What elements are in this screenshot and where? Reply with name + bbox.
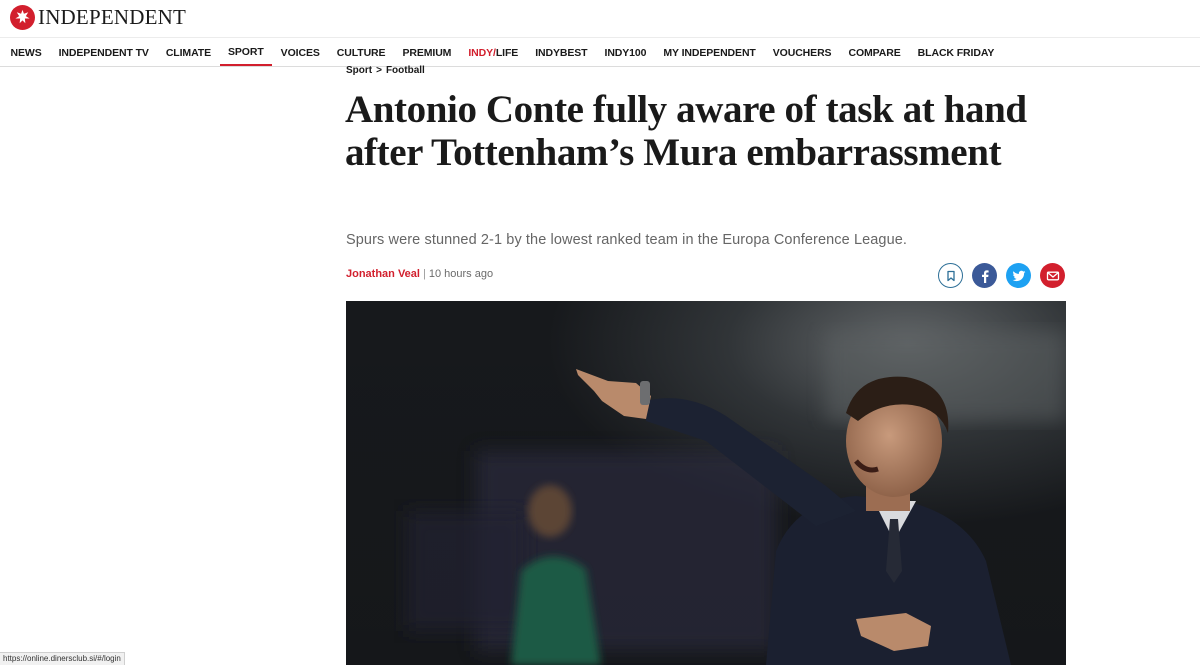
nav-item-indy100[interactable]: INDY100 [596, 39, 655, 66]
publish-time: 10 hours ago [428, 268, 494, 280]
status-bar-url: https://online.dinersclub.si/#/login [0, 652, 125, 665]
share-buttons [938, 263, 1065, 288]
bookmark-button[interactable] [938, 263, 963, 288]
nav-indy-prefix: INDY/ [468, 46, 496, 59]
article-headline: Antonio Conte fully aware of task at han… [345, 88, 1027, 174]
email-share-button[interactable] [1040, 263, 1065, 288]
nav-life-suffix: LIFE [495, 46, 519, 59]
article-photo[interactable] [346, 301, 1066, 665]
nav-item-premium[interactable]: PREMIUM [394, 39, 460, 66]
nav-item-my-independent[interactable]: MY INDEPENDENT [655, 39, 764, 66]
photo-manager-pointing [346, 301, 1066, 665]
breadcrumb-sport[interactable]: Sport [346, 65, 372, 76]
twitter-share-button[interactable] [1006, 263, 1031, 288]
masthead: INDEPENDENT [0, 0, 1200, 38]
logo[interactable]: INDEPENDENT [10, 5, 186, 30]
facebook-share-button[interactable] [972, 263, 997, 288]
byline: Jonathan Veal | 10 hours ago [346, 268, 493, 280]
nav-item-sport[interactable]: SPORT [219, 39, 273, 66]
facebook-icon [981, 269, 989, 283]
author-link[interactable]: Jonathan Veal [346, 268, 420, 280]
nav-item-compare[interactable]: COMPARE [840, 39, 909, 66]
article-standfirst: Spurs were stunned 2-1 by the lowest ran… [346, 232, 908, 248]
breadcrumb-separator: > [376, 65, 382, 76]
nav-item-indybest[interactable]: INDYBEST [527, 39, 596, 66]
nav-item-culture[interactable]: CULTURE [328, 39, 394, 66]
nav-item-independent-tv[interactable]: INDEPENDENT TV [50, 39, 157, 66]
bookmark-icon [946, 270, 955, 281]
breadcrumb: Sport > Football [346, 65, 425, 76]
nav-item-indy-life[interactable]: INDY/LIFE [460, 39, 527, 66]
email-icon [1046, 271, 1059, 280]
main-nav: NEWS INDEPENDENT TV CLIMATE SPORT VOICES… [0, 39, 1200, 67]
twitter-icon [1012, 270, 1025, 281]
logo-wordmark: INDEPENDENT [38, 5, 187, 29]
nav-item-news[interactable]: NEWS [2, 39, 50, 66]
breadcrumb-football[interactable]: Football [386, 65, 425, 76]
eagle-logo-icon [10, 5, 35, 30]
byline-separator: | [422, 268, 426, 280]
nav-item-vouchers[interactable]: VOUCHERS [764, 39, 840, 66]
nav-item-voices[interactable]: VOICES [272, 39, 328, 66]
nav-item-climate[interactable]: CLIMATE [157, 39, 219, 66]
nav-item-black-friday[interactable]: BLACK FRIDAY [909, 39, 1003, 66]
